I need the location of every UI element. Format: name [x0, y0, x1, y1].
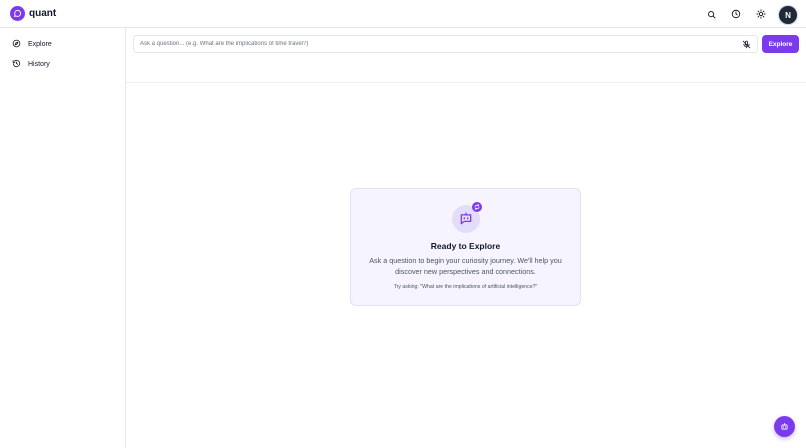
sidebar: Explore History	[0, 28, 126, 448]
history-icon	[12, 59, 21, 70]
refresh-icon	[472, 202, 482, 212]
logo-chat-icon	[10, 6, 25, 21]
explore-button[interactable]: Explore	[762, 35, 799, 53]
empty-state-title: Ready to Explore	[430, 241, 501, 251]
app-name: quant	[29, 8, 57, 19]
question-input[interactable]	[134, 41, 734, 47]
bot-icon[interactable]	[774, 416, 795, 437]
user-avatar[interactable]: N	[779, 6, 797, 24]
empty-state-description: Ask a question to begin your curiosity j…	[369, 256, 562, 276]
sidebar-item-label: History	[28, 60, 50, 68]
empty-state-card: Ready to Explore Ask a question to begin…	[350, 188, 581, 306]
theme-icon[interactable]	[754, 7, 768, 21]
mic-off-icon[interactable]	[741, 39, 752, 50]
question-search-bar	[133, 35, 758, 53]
sidebar-item-history[interactable]: History	[12, 56, 50, 72]
empty-state-hint[interactable]: Try asking: "What are the implications o…	[351, 284, 580, 290]
top-header: quant N	[0, 0, 806, 28]
sidebar-item-label: Explore	[28, 40, 52, 48]
app-logo[interactable]: quant	[10, 6, 56, 21]
search-icon[interactable]	[704, 7, 718, 21]
sidebar-item-explore[interactable]: Explore	[12, 36, 52, 52]
history-icon[interactable]	[729, 7, 743, 21]
content-divider	[126, 82, 806, 83]
compass-icon	[12, 39, 21, 50]
